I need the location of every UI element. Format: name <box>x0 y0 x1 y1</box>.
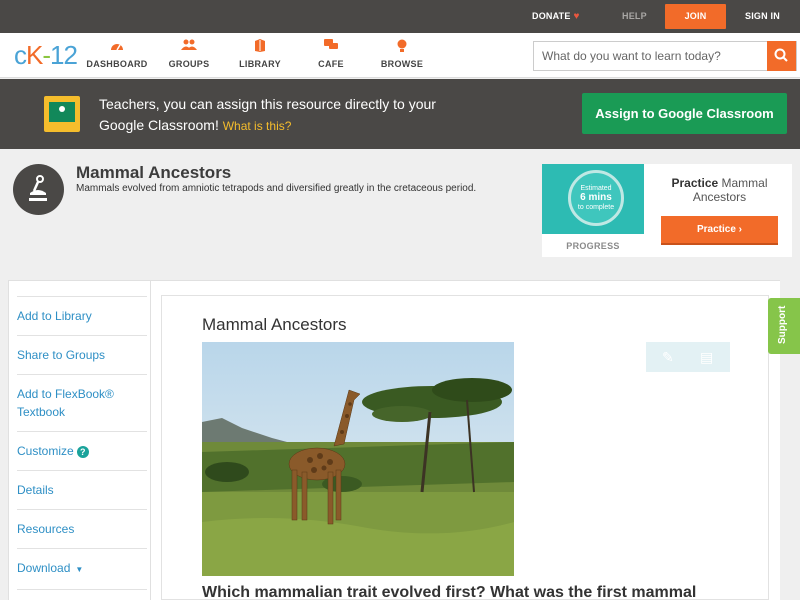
nav-cafe-label: CAFE <box>318 59 344 69</box>
sidebar-menu: Add to Library Share to Groups Add to Fl… <box>17 296 147 600</box>
sidebar-item-share-to-groups[interactable]: Share to Groups <box>17 336 147 375</box>
nav-groups[interactable]: GROUPS <box>154 39 224 69</box>
sidebar-item-details[interactable]: Details <box>17 471 147 510</box>
logo-12: 12 <box>50 40 78 70</box>
dashboard-icon <box>82 39 152 53</box>
caret-down-icon: ▼ <box>75 565 84 574</box>
search-input[interactable] <box>534 42 768 70</box>
search-icon <box>774 48 788 62</box>
join-button[interactable]: JOIN <box>665 4 726 29</box>
estimated-label: Estimated <box>580 185 612 192</box>
pencil-icon[interactable]: ✎ <box>662 349 674 366</box>
giraffe-photo <box>202 342 514 576</box>
nav-groups-label: GROUPS <box>168 59 210 69</box>
nav-dashboard[interactable]: DASHBOARD <box>82 39 152 69</box>
content-tools: ✎ ▤ <box>646 342 730 372</box>
main-nav: cK-12 DASHBOARD GROUPS LIBRARY CAFE BROW… <box>0 33 800 78</box>
sidebar-item-quick-tips[interactable]: Quick Tips <box>17 590 147 600</box>
banner-text: Teachers, you can assign this resource d… <box>99 94 479 137</box>
practice-card: Estimated 6 mins to complete PROGRESS Pr… <box>542 164 792 257</box>
estimated-mins: 6 mins <box>580 192 612 203</box>
customize-label: Customize <box>17 444 74 458</box>
assign-google-classroom-button[interactable]: Assign to Google Classroom <box>582 93 787 134</box>
google-classroom-banner: Teachers, you can assign this resource d… <box>0 79 800 149</box>
donate-label: DONATE <box>532 11 571 21</box>
support-label: Support <box>777 305 788 344</box>
sidebar-item-customize[interactable]: Customize? <box>17 432 147 471</box>
logo-k: K <box>26 40 43 70</box>
concept-title: Mammal Ancestors <box>76 163 232 182</box>
logo-dash: - <box>42 40 51 70</box>
browse-icon <box>367 39 437 53</box>
ck12-logo[interactable]: cK-12 <box>14 40 78 70</box>
content-question: Which mammalian trait evolved first? Wha… <box>202 584 697 600</box>
sidebar: Add to Library Share to Groups Add to Fl… <box>8 280 152 600</box>
nav-library-label: LIBRARY <box>239 59 281 69</box>
what-is-this-link[interactable]: What is this? <box>223 119 292 133</box>
nav-browse-label: BROWSE <box>380 59 424 69</box>
library-icon <box>225 39 295 53</box>
sidebar-item-resources[interactable]: Resources <box>17 510 147 549</box>
logo-c: c <box>14 40 27 70</box>
concept-description: Mammals evolved from amniotic tetrapods … <box>76 183 477 194</box>
sidebar-item-add-to-flexbook[interactable]: Add to FlexBook® Textbook <box>17 375 147 432</box>
help-link[interactable]: HELP <box>622 0 647 33</box>
estimated-time: Estimated 6 mins to complete <box>570 184 622 212</box>
estimated-complete: to complete <box>577 204 615 211</box>
nav-browse[interactable]: BROWSE <box>367 39 437 69</box>
top-bar: DONATE ♥ HELP JOIN SIGN IN <box>0 0 800 33</box>
heart-icon: ♥ <box>573 11 580 22</box>
sidebar-item-download[interactable]: Download ▼ <box>17 549 147 590</box>
practice-title-bold: Practice <box>671 176 719 190</box>
help-question-icon[interactable]: ? <box>76 446 89 458</box>
nav-library[interactable]: LIBRARY <box>225 39 295 69</box>
cafe-icon <box>296 39 366 53</box>
progress-label: PROGRESS <box>566 241 620 251</box>
groups-icon <box>154 39 224 53</box>
practice-button-label: Practice <box>696 224 736 235</box>
chevron-right-icon: › <box>738 224 743 235</box>
notes-icon[interactable]: ▤ <box>700 349 713 366</box>
nav-dashboard-label: DASHBOARD <box>86 59 148 69</box>
progress-graphic: Estimated 6 mins to complete <box>542 164 644 234</box>
search-box <box>533 41 797 71</box>
nav-cafe[interactable]: CAFE <box>296 39 366 69</box>
science-flask-icon <box>13 164 64 215</box>
donate-link[interactable]: DONATE ♥ <box>532 0 580 33</box>
download-label: Download <box>17 561 71 575</box>
search-button[interactable] <box>767 41 796 71</box>
practice-button[interactable]: Practice › <box>661 216 778 245</box>
support-tab[interactable]: Support <box>768 298 800 354</box>
sidebar-item-add-to-library[interactable]: Add to Library <box>17 297 147 336</box>
practice-title: Practice Mammal Ancestors <box>662 176 777 204</box>
content-title: Mammal Ancestors <box>202 315 347 334</box>
sign-in-link[interactable]: SIGN IN <box>745 0 780 33</box>
google-classroom-icon <box>44 96 80 132</box>
